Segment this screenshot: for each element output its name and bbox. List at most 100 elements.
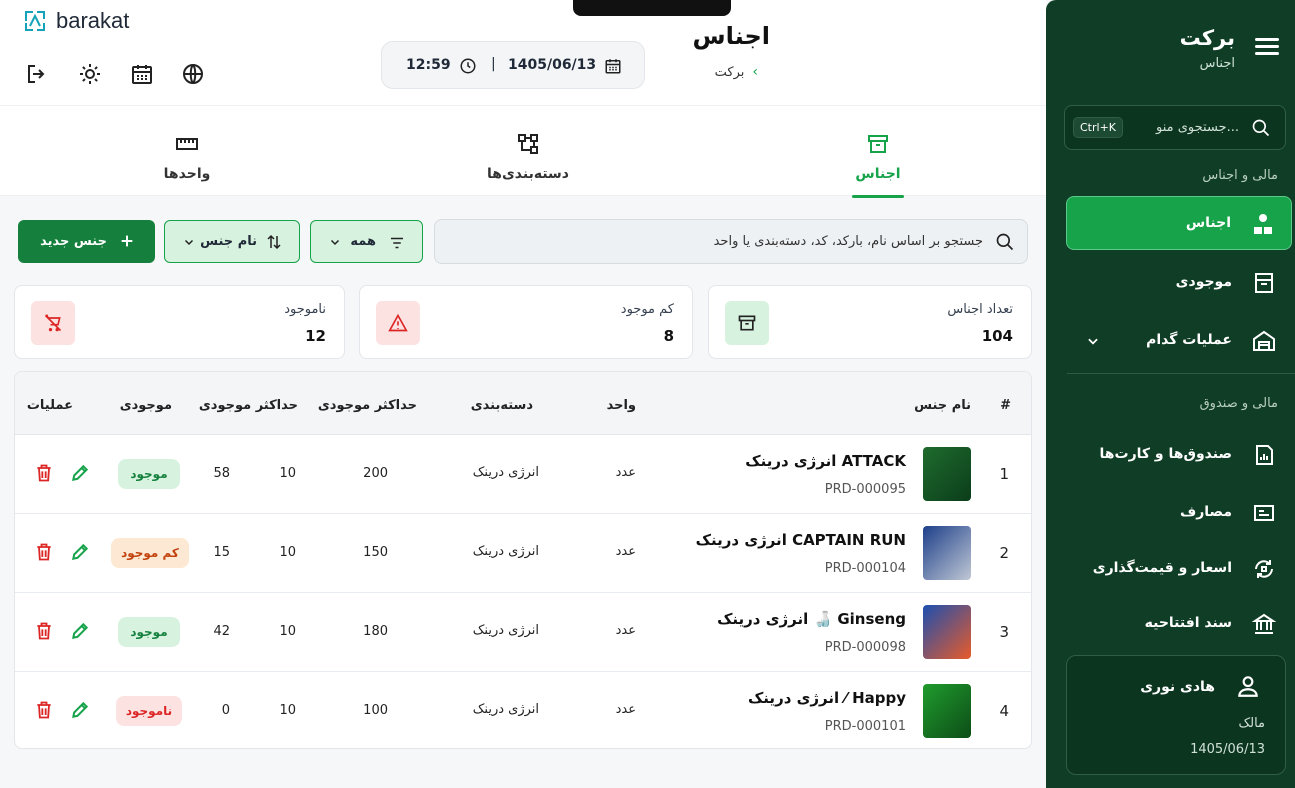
product-thumbnail[interactable] xyxy=(923,684,971,738)
delete-icon[interactable] xyxy=(34,621,54,641)
row-number: 1 xyxy=(999,465,1009,483)
row-number: 3 xyxy=(999,623,1009,641)
shortcut-badge: Ctrl+K xyxy=(1073,117,1124,138)
tab-label: اجناس xyxy=(855,166,901,182)
sort-dropdown[interactable]: نام جنس xyxy=(164,220,300,263)
status-badge: موجود xyxy=(118,617,180,647)
sort-icon xyxy=(267,234,281,250)
product-search-input[interactable]: جستجو بر اساس نام، بارکد، کد، دسته‌بندی … xyxy=(434,219,1028,264)
tab-categories[interactable]: دسته‌بندی‌ها xyxy=(482,132,574,182)
product-thumbnail[interactable] xyxy=(923,605,971,659)
sidebar-item-warehouse[interactable]: عملیات گدام xyxy=(1066,314,1292,368)
header-category: دسته‌بندی xyxy=(470,398,533,413)
logo-text: barakat xyxy=(56,8,130,33)
sidebar-item-currency[interactable]: اسعار و قیمت‌گذاری xyxy=(1066,542,1292,596)
archive-icon xyxy=(868,135,888,153)
tab-label: دسته‌بندی‌ها xyxy=(486,166,569,182)
delete-icon[interactable] xyxy=(34,700,54,720)
product-min: 10 xyxy=(279,703,296,718)
logo[interactable]: barakat xyxy=(22,8,129,34)
user-name: هادی نوری xyxy=(1140,679,1215,695)
product-min: 10 xyxy=(279,466,296,481)
globe-icon[interactable] xyxy=(181,62,205,86)
menu-icon[interactable] xyxy=(1255,38,1279,58)
products-table: # نام جنس واحد دسته‌بندی حداکثر موجودی ح… xyxy=(14,371,1032,749)
table-row[interactable]: 1 ATTACK انرژی درینک PRD-000095 عدد انرژی در… xyxy=(15,435,1031,514)
sidebar-item-products[interactable]: اجناس xyxy=(1066,196,1292,250)
search-placeholder: جستجو بر اساس نام، بارکد، کد، دسته‌بندی … xyxy=(713,234,983,249)
calendar-icon[interactable] xyxy=(130,62,154,86)
stat-label: کم موجود xyxy=(620,302,674,317)
tab-label: واحدها xyxy=(163,166,211,182)
table-row[interactable]: 3 Ginseng 🍶 انرژی درینک PRD-000098 عدد انرژی… xyxy=(15,593,1031,672)
product-thumbnail[interactable] xyxy=(923,447,971,501)
menu-search-input[interactable]: جستجوی منو... Ctrl+K xyxy=(1064,105,1286,150)
product-max: 200 xyxy=(363,466,388,481)
chevron-left-icon: ‹ xyxy=(752,64,758,80)
table-row[interactable]: 4 Happy ⁄ انرژی درینک PRD-000101 عدد انرژی د… xyxy=(15,672,1031,748)
product-unit: عدد xyxy=(615,544,636,559)
edit-icon[interactable] xyxy=(70,700,90,720)
sidebar-item-inventory[interactable]: موجودی xyxy=(1066,256,1292,310)
product-name[interactable]: Ginseng 🍶 انرژی درینک xyxy=(717,610,906,628)
stat-total-products: تعداد اجناس 104 xyxy=(708,285,1032,359)
inventory-icon xyxy=(1255,273,1273,293)
sidebar-item-opening-doc[interactable]: سند افتتاحیه xyxy=(1066,597,1292,651)
sidebar-item-label: عملیات گدام xyxy=(1146,332,1232,348)
header-name[interactable]: نام جنس xyxy=(914,398,971,413)
product-name[interactable]: Happy ⁄ انرژی درینک xyxy=(748,689,906,707)
currency-icon xyxy=(1255,560,1273,578)
tab-products[interactable]: اجناس xyxy=(852,132,904,198)
product-max: 180 xyxy=(363,624,388,639)
camera-notch xyxy=(573,0,731,16)
logout-icon[interactable] xyxy=(25,62,49,86)
tab-units[interactable]: واحدها xyxy=(160,132,214,182)
product-unit: عدد xyxy=(615,465,636,480)
stat-icon-box xyxy=(376,301,420,345)
user-card[interactable]: هادی نوری مالک 1405/06/13 xyxy=(1066,655,1286,775)
filter-dropdown[interactable]: همه xyxy=(310,220,423,263)
delete-icon[interactable] xyxy=(34,542,54,562)
stat-icon-box xyxy=(31,301,75,345)
product-category: انرژی درینک xyxy=(472,544,539,559)
breadcrumb-home[interactable]: برکت xyxy=(715,65,745,80)
plus-icon xyxy=(121,235,133,247)
product-thumbnail[interactable] xyxy=(923,526,971,580)
add-product-button[interactable]: جنس جدید xyxy=(18,220,155,263)
sidebar-item-label: مصارف xyxy=(1179,504,1232,520)
table-row[interactable]: 2 CAPTAIN RUN انرژی درینک PRD-000104 عدد انر… xyxy=(15,514,1031,593)
status-badge: موجود xyxy=(118,459,180,489)
edit-icon[interactable] xyxy=(70,463,90,483)
product-code: PRD-000098 xyxy=(824,640,906,655)
sidebar-item-cashbox[interactable]: صندوق‌ها و کارت‌ها xyxy=(1066,428,1292,482)
filter-label: همه xyxy=(350,234,376,249)
product-name[interactable]: ATTACK انرژی درینک xyxy=(745,452,906,470)
product-min: 10 xyxy=(279,545,296,560)
product-name[interactable]: CAPTAIN RUN انرژی درینک xyxy=(696,531,906,549)
stat-label: تعداد اجناس xyxy=(947,302,1013,317)
stat-value: 8 xyxy=(663,327,674,345)
chevron-down-icon xyxy=(184,239,194,246)
top-header: barakat 12:59 | 1405/06/13 اجناس برکت ‹ xyxy=(0,0,1046,106)
datetime-separator: | xyxy=(491,56,496,72)
cashbox-icon xyxy=(1256,445,1273,465)
app-root: barakat 12:59 | 1405/06/13 اجناس برکت ‹ … xyxy=(0,0,1295,788)
product-qty: 15 xyxy=(213,545,230,560)
sidebar-item-label: سند افتتاحیه xyxy=(1144,615,1232,631)
product-qty: 58 xyxy=(213,466,230,481)
section-finance-products: مالی و اجناس xyxy=(1202,168,1278,183)
sidebar-item-expenses[interactable]: مصارف xyxy=(1066,486,1292,540)
stat-label: ناموجود xyxy=(284,302,326,317)
product-category: انرژی درینک xyxy=(472,702,539,717)
search-icon xyxy=(996,233,1014,251)
app-subtitle: اجناس xyxy=(1199,56,1235,71)
stat-low-stock: کم موجود 8 xyxy=(359,285,693,359)
product-qty: 0 xyxy=(221,703,230,718)
edit-icon[interactable] xyxy=(70,542,90,562)
sidebar-divider xyxy=(1067,373,1295,374)
sun-icon[interactable] xyxy=(78,62,102,86)
chevron-down-icon[interactable] xyxy=(1086,334,1100,348)
edit-icon[interactable] xyxy=(70,621,90,641)
delete-icon[interactable] xyxy=(34,463,54,483)
menu-search-placeholder: جستجوی منو... xyxy=(1156,120,1239,135)
